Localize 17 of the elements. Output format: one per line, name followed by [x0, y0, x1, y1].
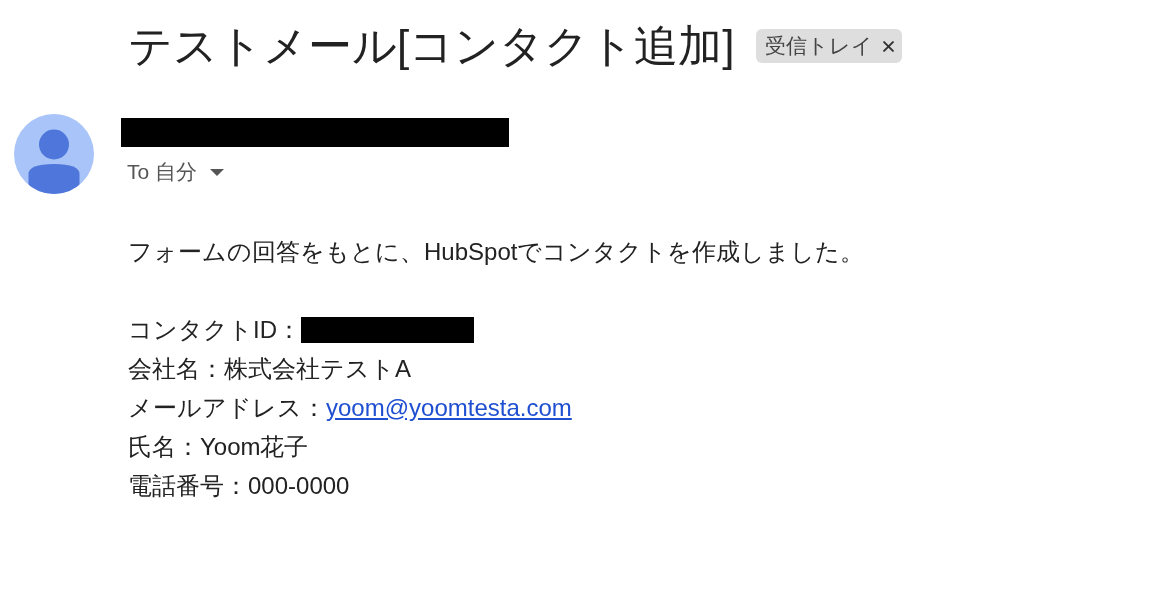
field-label: 電話番号： — [128, 470, 248, 501]
email-subject: テストメール[コンタクト追加] — [128, 20, 735, 72]
field-label: メールアドレス： — [128, 392, 326, 423]
message-text: フォームの回答をもとに、HubSpotでコンタクトを作成しました。 — [128, 237, 866, 267]
field-value: Yoom花子 — [200, 431, 309, 462]
field-label: コンタクトID： — [128, 314, 301, 345]
caret-icon — [210, 168, 224, 176]
field-label: 会社名： — [128, 353, 224, 384]
label-text: 受信トレイ — [765, 33, 874, 59]
email-link[interactable]: yoom@yoomtesta.com — [326, 393, 572, 422]
recipient-dropdown[interactable]: To 自分 — [121, 158, 224, 186]
field-value: 000-0000 — [248, 471, 350, 500]
field-value: 株式会社テストA — [224, 353, 411, 384]
field-label: 氏名： — [128, 431, 200, 462]
remove-label-button[interactable] — [883, 40, 895, 52]
avatar-icon — [14, 114, 94, 194]
close-icon — [883, 40, 895, 52]
